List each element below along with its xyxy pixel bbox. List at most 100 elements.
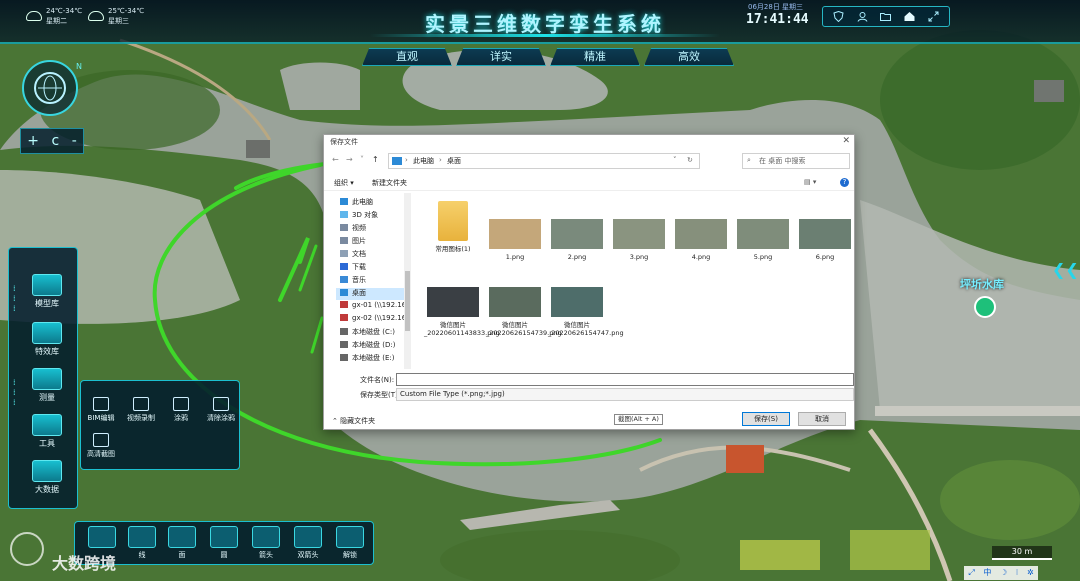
nav-label: 本地磁盘 (E:) [352,354,395,362]
new-folder-button[interactable]: 新建文件夹 [372,178,407,188]
nav-label: 音乐 [352,276,366,284]
tab-intuitive[interactable]: 直观 [362,48,452,66]
image-thumbnail [427,287,479,317]
folder-icon[interactable] [880,11,892,23]
file-item[interactable]: 微信图片_20220626154747.png [548,287,624,337]
chevron-down-icon[interactable]: ˅ [673,156,677,164]
nav-item-drive-c[interactable]: 本地磁盘 (C:) [340,327,412,339]
sidebar-grip-icon: ⁞ ⁞ ⁞ [13,378,16,407]
save-button[interactable]: 保存(S) [742,412,790,426]
more-icon[interactable]: ⁝ [1016,566,1019,580]
settings-icon[interactable]: ✲ [1027,566,1034,580]
breadcrumb-item[interactable]: 桌面 [447,156,461,166]
nav-scrollbar[interactable] [404,193,411,369]
expand-icon[interactable]: ⤢ [968,566,974,580]
file-item[interactable]: 1.png [486,219,544,261]
sidebar-item-big-data[interactable]: 大数据 [23,460,71,495]
nav-item-desktop[interactable]: 桌面 [336,288,406,300]
address-bar[interactable]: › 此电脑 › 桌面 ˅ ↻ [388,153,700,169]
tab-efficient[interactable]: 高效 [644,48,734,66]
nav-item-drive-e[interactable]: 本地磁盘 (E:) [340,353,412,365]
nav-item-this-pc[interactable]: 此电脑 [340,197,412,209]
file-item[interactable]: 5.png [734,219,792,261]
file-item[interactable]: 2.png [548,219,606,261]
tool-label: 高清截图 [87,450,115,458]
draw-point[interactable] [85,526,119,550]
back-arrow-icon[interactable]: ← [332,155,339,164]
nav-item-gx-02[interactable]: gx-02 (\\192.16 [340,314,412,326]
file-name: 微信图片_20220626154747.png [548,321,624,337]
file-item[interactable]: 3.png [610,219,668,261]
3d-objects-icon [340,211,348,218]
tool-doodle[interactable]: 涂鸦 [161,397,201,423]
draw-circle[interactable]: 圆 [207,526,241,560]
filetype-select[interactable]: Custom File Type (*.png;*.jpg) [396,388,854,401]
save-file-dialog: 保存文件 ✕ ← → ˅ ↑ › 此电脑 › 桌面 ˅ ↻ ⌕ 在 桌面 中搜索… [323,134,855,430]
moon-icon[interactable]: ☽ [1000,566,1007,580]
nav-item-documents[interactable]: 文档 [340,249,412,261]
tab-precise[interactable]: 精准 [550,48,640,66]
nav-label: 文档 [352,250,366,258]
sidebar-item-measure[interactable]: 测量 [23,368,71,403]
draw-line[interactable]: 线 [125,526,159,560]
compass[interactable]: N [22,60,82,116]
map-pin-icon[interactable] [974,296,996,318]
draw-double-arrow[interactable]: 双箭头 [291,526,325,560]
chevron-down-icon[interactable]: ˅ [360,155,364,164]
draw-arrow[interactable]: 箭头 [249,526,283,560]
documents-folder-icon [340,250,348,257]
draw-unlock[interactable]: 解锁 [333,526,367,560]
scroll-thumb[interactable] [405,271,410,331]
tool-hd-screenshot[interactable]: 高清截图 [81,433,121,459]
zoom-out-button[interactable]: - [72,133,77,149]
hide-folders-toggle[interactable]: ⌃ 隐藏文件夹 [332,416,375,426]
up-arrow-icon[interactable]: ↑ [372,155,379,164]
cancel-button[interactable]: 取消 [798,412,846,426]
sidebar-item-effects-library[interactable]: 特效库 [23,322,71,357]
image-thumbnail [489,219,541,249]
collapse-right-panel-icon[interactable]: ❮❮ [1052,260,1079,279]
language-toggle[interactable]: 中 [983,566,991,580]
nav-item-music[interactable]: 音乐 [340,275,412,287]
nav-item-drive-d[interactable]: 本地磁盘 (D:) [340,340,412,352]
tool-bim-edit[interactable]: BIM编辑 [81,397,121,423]
shield-icon[interactable] [833,11,845,23]
organize-button[interactable]: 组织 ▾ [334,178,354,188]
home-icon[interactable] [904,11,916,23]
breadcrumb-separator: › [405,156,408,164]
nav-item-pictures[interactable]: 图片 [340,236,412,248]
file-item-folder[interactable]: 常用图标(1) [424,201,482,253]
disk-icon [340,328,348,335]
zoom-controls: + c - [20,128,84,154]
draw-polygon[interactable]: 面 [165,526,199,560]
breadcrumb-item[interactable]: 此电脑 [413,156,434,166]
zoom-in-button[interactable]: + [27,133,39,149]
close-icon[interactable]: ✕ [842,136,850,146]
line-icon [128,526,156,548]
forward-arrow-icon[interactable]: → [346,155,353,164]
file-item[interactable]: 4.png [672,219,730,261]
sidebar-item-model-library[interactable]: 模型库 [23,274,71,309]
reset-view-button[interactable]: c [51,133,59,149]
image-thumbnail [799,219,851,249]
file-item[interactable]: 6.png [796,219,854,261]
sidebar-item-tools[interactable]: 工具 [23,414,71,449]
tool-video-record[interactable]: 视频录制 [121,397,161,423]
help-icon[interactable]: ? [840,178,849,187]
nav-item-downloads[interactable]: 下载 [340,262,412,274]
filename-input[interactable] [396,373,854,386]
file-item[interactable]: 微信图片_20220601143833.png [424,287,500,337]
nav-item-videos[interactable]: 视频 [340,223,412,235]
tab-detailed[interactable]: 详实 [456,48,546,66]
view-options-icon[interactable]: ▤ ▾ [804,178,816,186]
file-name: 6.png [815,253,835,261]
search-input[interactable]: ⌕ 在 桌面 中搜索 [742,153,850,169]
file-name: 1.png [505,253,525,261]
file-item[interactable]: 微信图片_20220626154739.png [486,287,562,337]
nav-item-gx-01[interactable]: gx-01 (\\192.16 [340,301,412,313]
refresh-icon[interactable]: ↻ [687,156,693,164]
tool-clear-doodle[interactable]: 清除涂鸦 [201,397,241,423]
user-icon[interactable] [856,11,868,23]
fullscreen-icon[interactable] [927,11,939,23]
nav-item-3d-objects[interactable]: 3D 对象 [340,210,412,222]
